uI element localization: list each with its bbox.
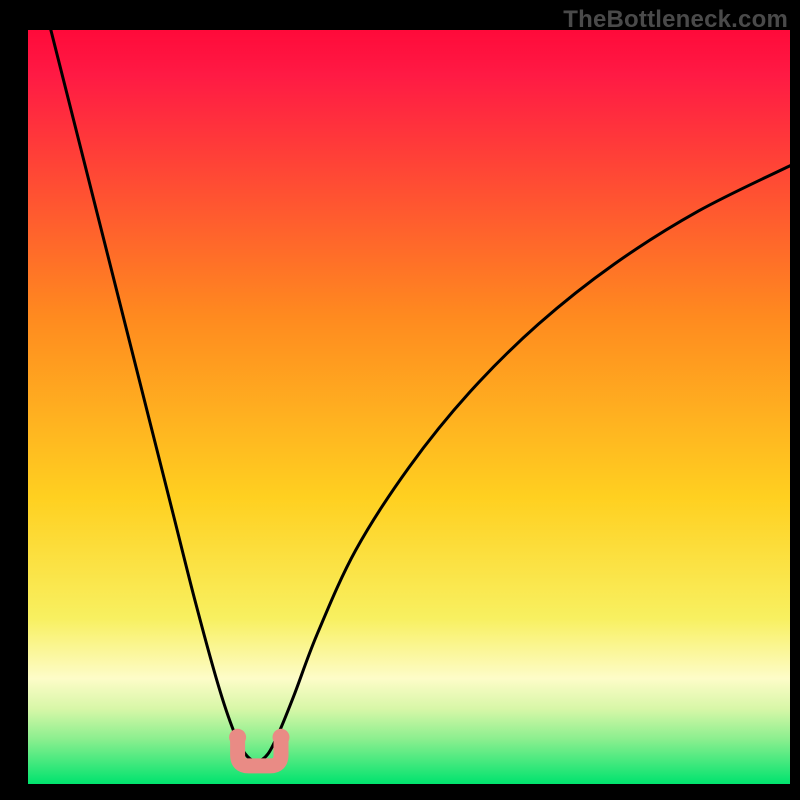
optimal-zone-cap-left: [229, 729, 246, 746]
watermark-label: TheBottleneck.com: [563, 6, 788, 34]
chart-stage: TheBottleneck.com: [0, 0, 800, 800]
bottleneck-chart: [0, 0, 800, 800]
optimal-zone-cap-right: [273, 729, 290, 746]
plot-background: [28, 30, 790, 784]
